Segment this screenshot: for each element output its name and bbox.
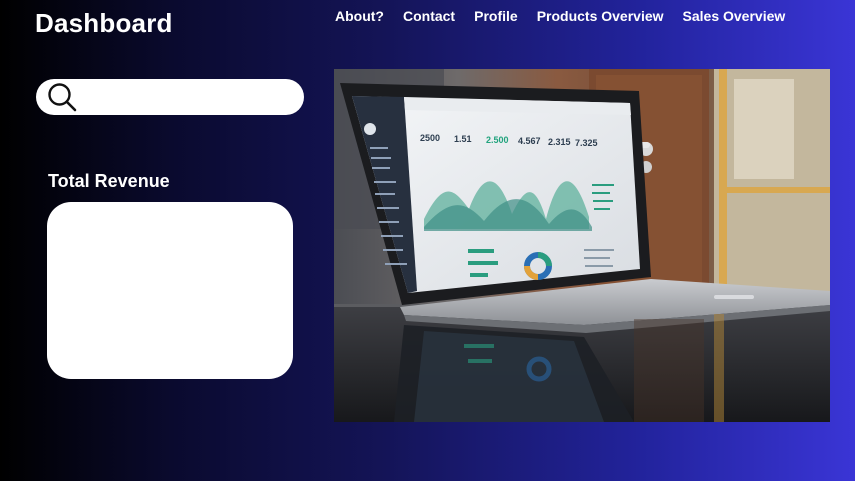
search-input[interactable] [83, 78, 288, 116]
svg-text:4.567: 4.567 [518, 136, 541, 146]
total-revenue-label: Total Revenue [48, 171, 170, 191]
svg-text:2.315: 2.315 [548, 137, 571, 147]
svg-text:2.500: 2.500 [486, 135, 509, 145]
nav-link-profile[interactable]: Profile [474, 8, 518, 24]
search-icon[interactable] [47, 82, 77, 112]
nav-link-about[interactable]: About? [335, 8, 384, 24]
svg-text:1.51: 1.51 [454, 134, 472, 144]
laptop-dashboard-photo: 2500 1.51 2.500 4.567 2.315 7.325 [334, 69, 830, 422]
nav-link-sales-overview[interactable]: Sales Overview [683, 8, 786, 24]
page-title: Dashboard [35, 8, 173, 38]
nav-link-products-overview[interactable]: Products Overview [537, 8, 664, 24]
svg-text:7.325: 7.325 [575, 138, 598, 148]
dashboard-page: Dashboard About? Contact Profile Product… [0, 0, 855, 481]
svg-text:2500: 2500 [420, 133, 440, 143]
top-nav: About? Contact Profile Products Overview… [335, 8, 804, 24]
total-revenue-card [47, 202, 293, 379]
search-bar[interactable] [36, 78, 304, 116]
nav-link-contact[interactable]: Contact [403, 8, 455, 24]
